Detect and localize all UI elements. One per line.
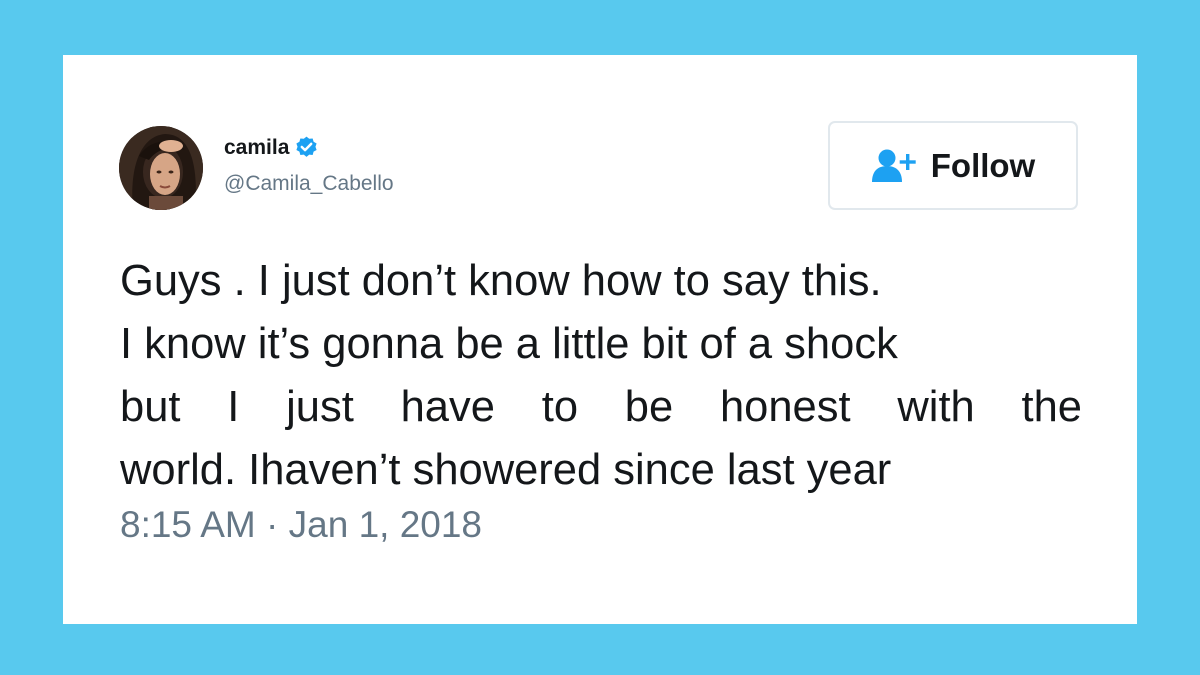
add-user-icon	[871, 148, 917, 184]
display-name[interactable]: camila	[224, 136, 289, 160]
avatar-photo	[119, 126, 203, 210]
tweet-timestamp[interactable]: 8:15 AM · Jan 1, 2018	[120, 504, 482, 546]
name-row: camila	[224, 135, 319, 160]
tweet-line: Guys . I just don’t know how to say this…	[120, 257, 882, 305]
user-handle[interactable]: @Camila_Cabello	[224, 172, 394, 196]
follow-button[interactable]: Follow	[828, 121, 1078, 210]
tweet-line: I know it’s gonna be a little bit of a s…	[120, 320, 898, 368]
tweet-line: world. Ihaven’t showered since last year	[120, 446, 892, 494]
avatar[interactable]	[119, 126, 203, 210]
verified-badge-icon	[294, 135, 319, 160]
tweet-text: Guys . I just don’t know how to say this…	[120, 250, 1082, 502]
follow-label: Follow	[930, 146, 1036, 184]
tweet-card: camila @Camila_Cabello Follow Guys . I j…	[63, 55, 1137, 624]
tweet-line: but I just have to be honest with the	[120, 383, 1082, 431]
